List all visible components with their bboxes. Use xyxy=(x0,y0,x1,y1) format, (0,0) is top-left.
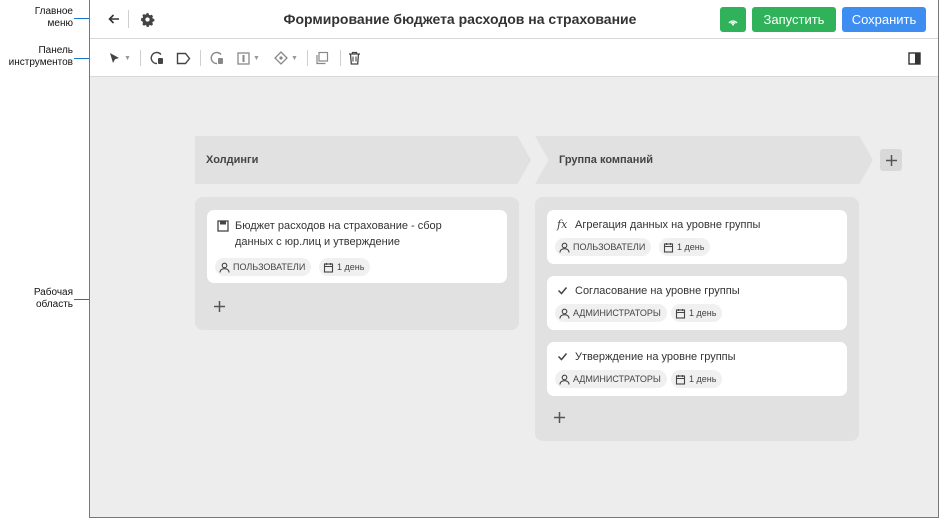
toolbar: ▼ ▼ ▼ xyxy=(90,39,938,77)
duration-chip: 1 день xyxy=(659,238,711,256)
task-card[interactable]: Утверждение на уровне группы АДМИНИСТРАТ… xyxy=(547,342,847,396)
role-chip: АДМИНИСТРАТОРЫ xyxy=(555,304,667,322)
main-menu: Формирование бюджета расходов на страхов… xyxy=(90,0,938,39)
callout-toolbar: Панель инструментов xyxy=(8,45,73,68)
user-icon xyxy=(219,262,230,273)
divider xyxy=(340,50,341,66)
calendar-icon xyxy=(663,242,674,253)
settings-button[interactable] xyxy=(137,9,157,29)
chevron-down-icon: ▼ xyxy=(253,54,260,62)
task-title: Согласование на уровне группы xyxy=(575,285,740,297)
plus-icon xyxy=(553,411,565,423)
gear-icon xyxy=(140,12,154,27)
calendar-icon xyxy=(675,374,686,385)
divider xyxy=(307,50,308,66)
gateway-icon xyxy=(274,51,288,65)
back-button[interactable] xyxy=(104,9,124,29)
delete-tool[interactable] xyxy=(348,49,361,67)
check-icon xyxy=(557,287,568,295)
divider xyxy=(140,50,141,66)
duration-chip: 1 день xyxy=(319,258,371,276)
duration-chip: 1 день xyxy=(671,370,723,388)
trash-icon xyxy=(349,51,360,65)
copy-icon xyxy=(316,51,329,65)
user-icon xyxy=(559,308,570,319)
calendar-icon xyxy=(323,262,334,273)
task-tool[interactable]: ▼ xyxy=(237,49,260,67)
add-task-button[interactable] xyxy=(211,298,227,314)
event-tool[interactable] xyxy=(209,49,225,67)
task-title: Бюджет расходов на страхование - сбор да… xyxy=(235,220,442,248)
duration-chip: 1 день xyxy=(671,304,723,322)
lane-title: Группа компаний xyxy=(559,154,653,166)
plus-icon xyxy=(885,154,897,166)
broadcast-icon xyxy=(728,19,738,25)
task-title: Утверждение на уровне группы xyxy=(575,351,736,363)
tag-icon xyxy=(176,52,191,64)
select-tool[interactable]: ▼ xyxy=(108,49,131,67)
lane-header[interactable]: Холдинги xyxy=(195,136,531,184)
run-button[interactable]: Запустить xyxy=(752,7,836,32)
task-icon xyxy=(237,51,250,65)
user-icon xyxy=(559,374,570,385)
role-chip: ПОЛЬЗОВАТЕЛИ xyxy=(555,238,652,256)
add-lane-button[interactable] xyxy=(880,149,902,171)
event-icon xyxy=(210,51,223,65)
task-card[interactable]: Согласование на уровне группы АДМИНИСТРА… xyxy=(547,276,847,330)
role-chip: ПОЛЬЗОВАТЕЛИ xyxy=(215,258,312,276)
toggle-panel-button[interactable] xyxy=(908,49,921,67)
callout-main-menu: Главное меню xyxy=(34,6,73,29)
arrow-left-icon xyxy=(108,14,119,24)
broadcast-button[interactable] xyxy=(720,7,746,32)
check-icon xyxy=(557,353,568,361)
lane-title: Холдинги xyxy=(206,154,259,166)
side-panel-icon xyxy=(908,51,921,65)
copy-tool[interactable] xyxy=(315,49,329,67)
save-button[interactable]: Сохранить xyxy=(842,7,926,32)
function-icon: fx xyxy=(557,218,568,231)
chevron-down-icon: ▼ xyxy=(124,54,131,62)
divider xyxy=(200,50,201,66)
plus-icon xyxy=(213,300,225,312)
task-title: Агрегация данных на уровне группы xyxy=(575,219,761,231)
lane-header[interactable]: Группа компаний xyxy=(535,136,873,184)
chevron-down-icon: ▼ xyxy=(291,54,298,62)
timer-event-tool[interactable] xyxy=(149,49,165,67)
page-title: Формирование бюджета расходов на страхов… xyxy=(283,11,637,27)
divider xyxy=(128,10,129,28)
lane-body: fx Агрегация данных на уровне группы ПОЛ… xyxy=(535,197,859,441)
task-card[interactable]: Бюджет расходов на страхование - сбор да… xyxy=(207,210,507,283)
cursor-icon xyxy=(110,52,119,63)
callout-workspace: Рабочая область xyxy=(33,287,73,310)
save-icon xyxy=(217,220,229,232)
role-chip: АДМИНИСТРАТОРЫ xyxy=(555,370,667,388)
calendar-icon xyxy=(675,308,686,319)
add-task-button[interactable] xyxy=(551,409,567,425)
timer-event-icon xyxy=(150,51,163,65)
task-card[interactable]: fx Агрегация данных на уровне группы ПОЛ… xyxy=(547,210,847,264)
gateway-tool[interactable]: ▼ xyxy=(274,49,298,67)
app-window: Формирование бюджета расходов на страхов… xyxy=(89,0,939,518)
label-tool[interactable] xyxy=(176,49,191,67)
user-icon xyxy=(559,242,570,253)
lane-body: Бюджет расходов на страхование - сбор да… xyxy=(195,197,519,330)
